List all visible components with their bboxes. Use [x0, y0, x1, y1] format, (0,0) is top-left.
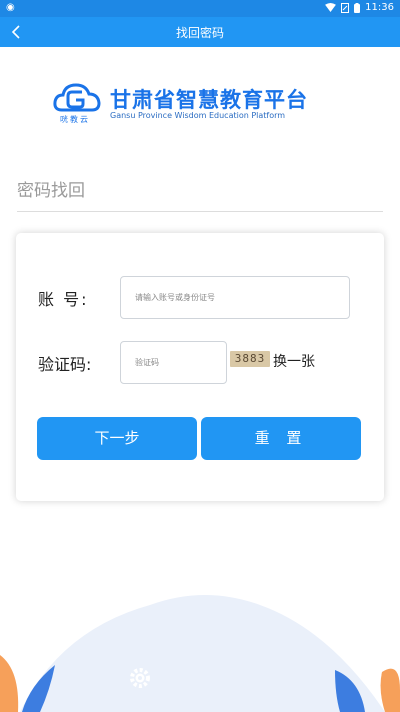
clock: 11:36 [365, 2, 394, 13]
section-title: 密码找回 [17, 181, 85, 201]
nav-bar: 找回密码 [0, 17, 400, 47]
captcha-label: 验证码: [38, 355, 92, 374]
brand-sub-label: 咣教云 [60, 115, 90, 124]
platform-name-en: Gansu Province Wisdom Education Platform [110, 111, 286, 120]
captcha-image[interactable]: 3883 [230, 351, 270, 367]
battery-icon [354, 2, 361, 13]
account-input[interactable] [120, 276, 350, 319]
signal-icon [341, 2, 350, 13]
leaf-decoration-left [0, 655, 19, 712]
bottom-decoration [0, 595, 400, 712]
recovery-form-card: 账 号: 验证码: 3883 换一张 下一步 重 置 [16, 233, 384, 501]
page-title: 找回密码 [175, 26, 224, 40]
platform-logo: 咣教云 甘肃省智慧教育平台 Gansu Province Wisdom Educ… [52, 78, 352, 130]
platform-name: 甘肃省智慧教育平台 [110, 88, 308, 112]
captcha-input[interactable] [120, 341, 227, 384]
next-button[interactable]: 下一步 [37, 417, 197, 460]
status-icons: 11:36 [325, 2, 394, 13]
reset-button[interactable]: 重 置 [201, 417, 361, 460]
notification-icon: ◉ [6, 2, 15, 13]
status-bar: ◉ 11:36 [0, 0, 400, 17]
divider [17, 211, 383, 212]
captcha-refresh-link[interactable]: 换一张 [273, 351, 315, 371]
wifi-icon [325, 3, 337, 12]
account-label: 账 号: [38, 290, 89, 309]
